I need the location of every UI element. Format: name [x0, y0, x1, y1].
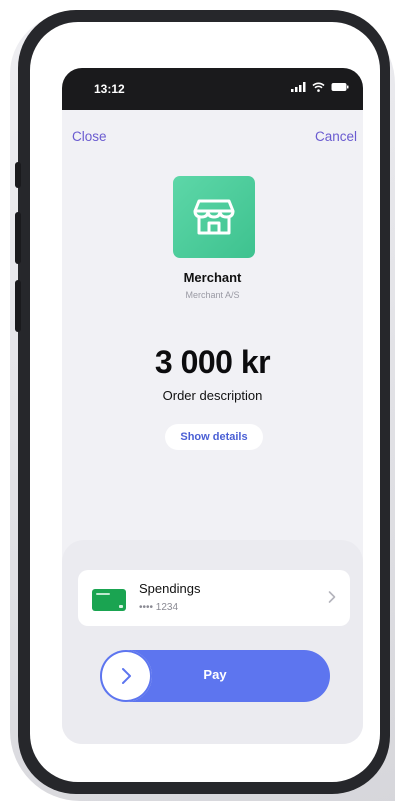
show-details-button[interactable]: Show details	[165, 424, 263, 450]
phone-mute-button	[15, 162, 21, 188]
payment-method-panel: Spendings •••• 1234 Pay	[62, 540, 363, 744]
merchant-legal-name: Merchant A/S	[185, 290, 240, 300]
payment-card-row[interactable]: Spendings •••• 1234	[78, 570, 350, 626]
card-masked-number: •••• 1234	[139, 602, 179, 613]
wifi-icon	[312, 82, 325, 92]
pay-slider-button[interactable]: Pay	[100, 650, 330, 702]
battery-icon	[331, 83, 349, 91]
status-icons	[291, 82, 349, 92]
phone-screen: 13:12 Close Cancel Merchant Merchant A/S…	[62, 68, 363, 744]
card-title: Spendings	[139, 581, 201, 596]
card-thumbnail-chip	[119, 605, 123, 608]
pay-label: Pay	[203, 667, 227, 682]
status-time: 13:12	[94, 82, 125, 96]
cancel-button[interactable]: Cancel	[315, 129, 357, 144]
chevron-right-icon	[328, 591, 336, 603]
order-description: Order description	[162, 388, 263, 403]
status-bar: 13:12	[62, 68, 363, 110]
cellular-signal-icon	[291, 82, 306, 92]
merchant-name: Merchant	[183, 270, 242, 285]
card-thumbnail-logo	[96, 593, 110, 595]
phone-volume-up-button	[15, 212, 21, 264]
payment-amount: 3 000 kr	[154, 344, 271, 380]
close-button[interactable]: Close	[72, 129, 107, 144]
card-thumbnail	[92, 589, 126, 611]
phone-volume-down-button	[15, 280, 21, 332]
payment-sheet: Close Cancel Merchant Merchant A/S 3 000…	[62, 114, 363, 744]
storefront-icon	[193, 199, 235, 235]
merchant-logo	[173, 176, 255, 258]
